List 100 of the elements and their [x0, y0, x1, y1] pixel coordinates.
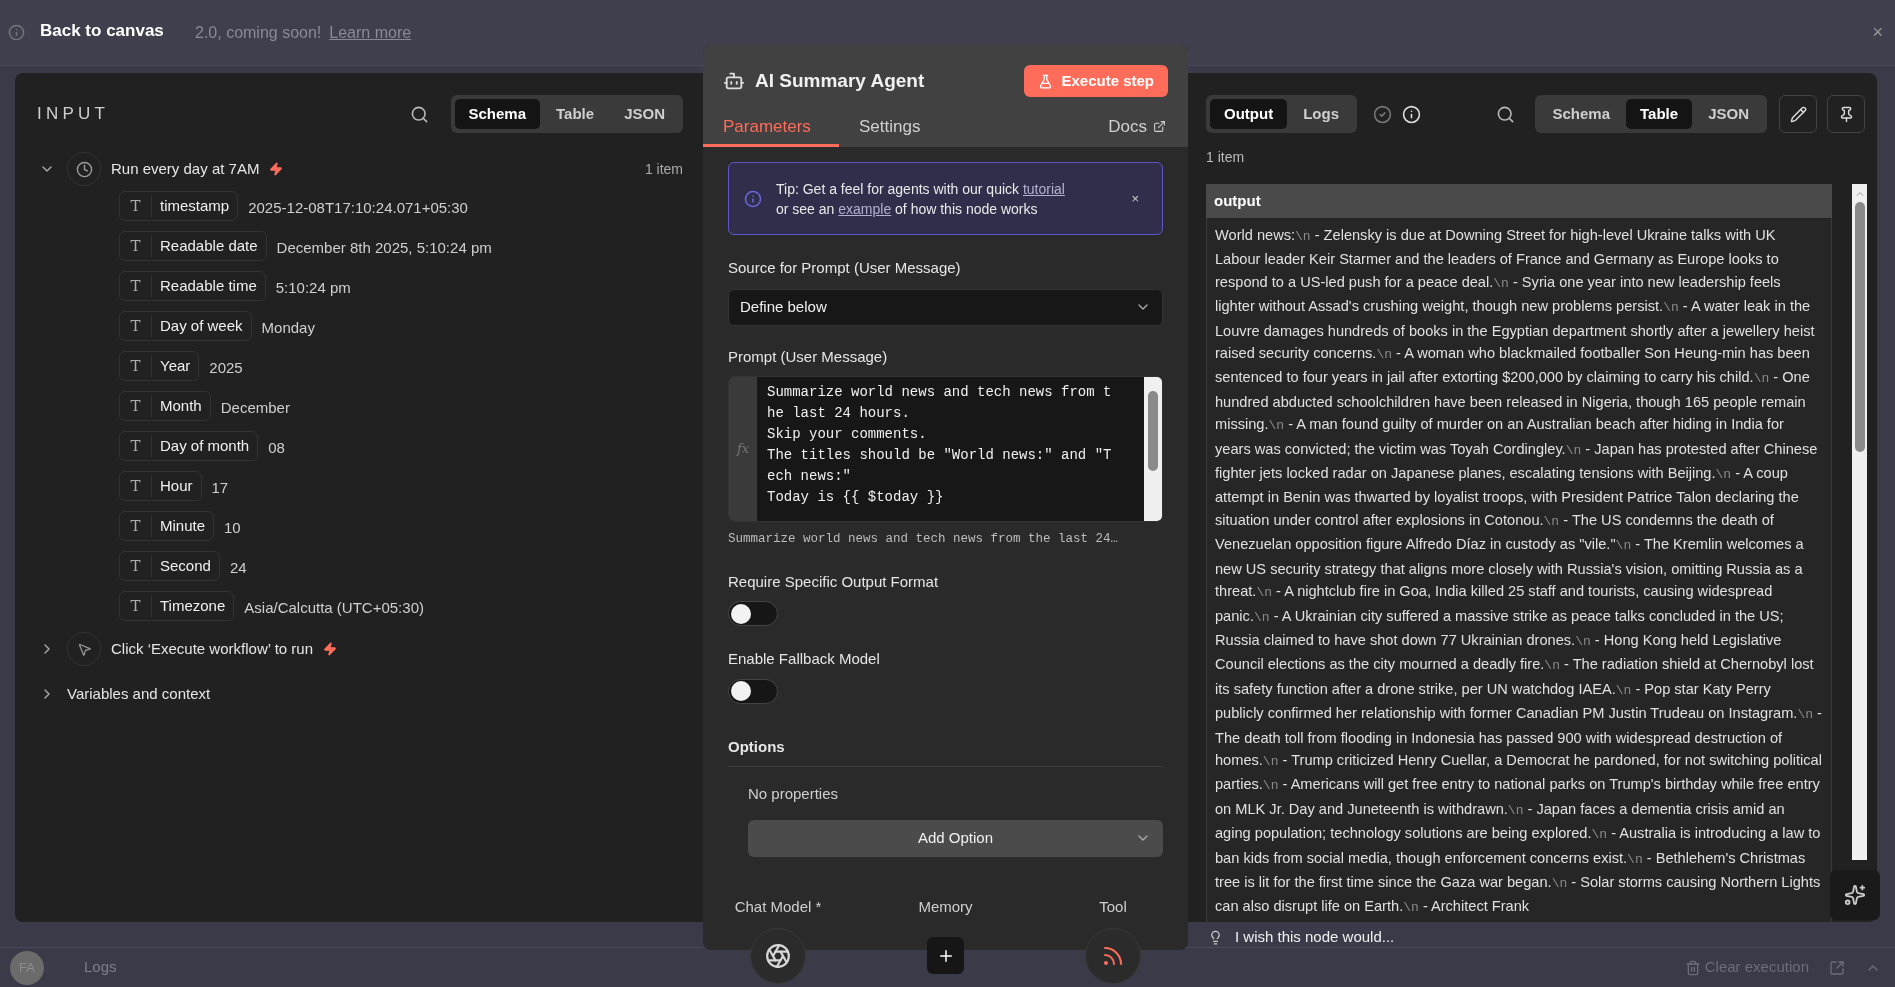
- view-tab[interactable]: Logs: [1289, 99, 1353, 129]
- field-pill[interactable]: T Hour: [119, 471, 202, 501]
- view-tab[interactable]: Table: [1626, 99, 1693, 129]
- add-button[interactable]: [927, 937, 964, 974]
- type-glyph: T: [120, 514, 152, 538]
- toggle-switch[interactable]: [728, 678, 778, 704]
- tutorial-link[interactable]: tutorial: [1022, 180, 1065, 197]
- aperture-icon: [765, 943, 791, 969]
- node-label[interactable]: Run every day at 7AM: [111, 157, 260, 181]
- external-link-icon: [1153, 120, 1166, 133]
- field-name: Month: [159, 395, 203, 416]
- field-name: Timezone: [159, 595, 227, 616]
- node-tab[interactable]: Settings: [839, 109, 941, 147]
- feedback-text: I wish this node would...: [1235, 926, 1395, 947]
- field-label: Source for Prompt (User Message): [728, 258, 962, 278]
- trash-icon: [1684, 959, 1701, 976]
- node-tab[interactable]: Parameters: [703, 109, 839, 147]
- type-glyph: T: [120, 594, 152, 618]
- pin-button[interactable]: [1827, 95, 1865, 133]
- field-value: Monday: [261, 317, 315, 338]
- options-heading: Options: [728, 735, 1163, 768]
- output-cell: World news:\n - Zelensky is due at Downing Street for high-level Ukraine talks with UK Labour leader Keir Starmer and the leaders of France and Germany as Europe looks to respond to a US-led push for a peace deal.\n - Syria one year into new leadership feels lighter without Assad's crushing weight, though new problems persist.\n - A water leak in the Louvre damages hundreds of books in the Egyptian department shortly after a jewellery heist raised security concerns.\n - A woman who blackmailed footballer Son Heung-min has been sentenced to four years in jail after extorting $200,000 by claiming to carry his child.\n - One hundred abducted schoolchildren have been released in Nigeria, though 165 people remain missing.\n - A man found guilty of murder on an Australian beach after hiding in India for years was convicted; the victim was Toyah Cordingley.\n - Japan has protested after Chinese fighter jets locked radar on Japanese planes, escalating tensions with Beijing.\n - A coup attempt in Benin was thwarted by loyalist troops, with President Patrice Talon declaring the situation under control after explosions in Cotonou.\n - The US condemns the death of Venezuelan opposition figure Alfredo Díaz in custody as "vile."\n - The Kremlin welcomes a new US security strategy that aligns more closely with Russia's vision, omitting Russia as a threat.\n - A nightclub fire in Goa, India killed 25 staff and tourists, causing widespread panic.\n - A Ukrainian city suffered a massive strike as peace talks concluded in the US; Russia claimed to have shot down 77 Ukrainian drones.\n - Hong Kong held Legislative Council elections as the city mourned a deadly fire.\n - The radiation shield at Chernobyl lost its safety function after a drone strike, per UN watchdog IAEA.\n - Pop star Katy Perry publicly confirmed her relationship with former Canadian PM Justin Trudeau on Instagram.\n - The death toll from flooding in Indonesia has passed 900 with widespread destruction of homes.\n - Trump criticized Henry Cuellar, a Democrat he pardoned, for not switching political parties.\n - Americans will get free entry to national parks on Trump's birthday while free entry on MLK Jr. Day and Juneteenth is withdrawn.\n - Japan faces a dementia crisis amid an aging population; technology solutions are being explored.\n - Australia is introducing a law to ban kids from social media, though enforcement concerns exist.\n - Bethlehem's Christmas tree is lit for the first time since the Gaza war began.\n - Solar storms causing Northern Lights can also disrupt life on Earth.\n - Architect Frank: [1206, 218, 1832, 922]
- field-value: Asia/Calcutta (UTC+05:30): [244, 597, 424, 618]
- field-label: Prompt (User Message): [728, 346, 889, 367]
- section-label[interactable]: Variables and context: [67, 682, 211, 706]
- field-value: 5:10:24 pm: [275, 277, 351, 298]
- check-icon: [1373, 104, 1392, 124]
- prompt-preview: Summarize world news and tech news from the last 24…: [728, 531, 1120, 548]
- node-label[interactable]: Click ‘Execute workflow’ to run: [111, 637, 313, 661]
- field-value: 17: [211, 477, 229, 498]
- docs-link[interactable]: Docs: [1108, 109, 1188, 147]
- field-pill[interactable]: T Second: [119, 551, 220, 581]
- pencil-icon: [1789, 105, 1807, 123]
- field-name: Minute: [159, 515, 207, 536]
- field-value: 10: [224, 517, 241, 538]
- field-name: Readable time: [159, 275, 258, 296]
- column-header: output: [1206, 184, 1832, 218]
- connector-label: Memory: [918, 896, 973, 917]
- edit-button[interactable]: [1779, 95, 1817, 133]
- info-icon[interactable]: [1402, 104, 1421, 124]
- ai-assistant-button[interactable]: [1830, 870, 1880, 920]
- example-link[interactable]: example: [838, 200, 892, 217]
- field-name: Year: [159, 355, 192, 376]
- source-select[interactable]: Define below: [728, 288, 1163, 326]
- type-glyph: T: [120, 474, 152, 498]
- field-value: 24: [229, 557, 247, 578]
- field-value: 08: [268, 437, 285, 458]
- field-pill[interactable]: T Day of month: [119, 431, 259, 461]
- field-pill[interactable]: T Year: [119, 351, 200, 381]
- field-name: timestamp: [159, 195, 231, 216]
- scroll-thumb[interactable]: [1148, 391, 1158, 471]
- type-glyph: T: [120, 354, 152, 378]
- field-pill[interactable]: T Readable time: [119, 271, 266, 301]
- view-tab[interactable]: Schema: [454, 99, 541, 129]
- view-tab[interactable]: JSON: [1694, 99, 1763, 129]
- close-button[interactable]: ×: [1131, 188, 1147, 209]
- field-label: Enable Fallback Model: [728, 649, 881, 670]
- empty-note: No properties: [748, 784, 840, 805]
- field-pill[interactable]: T Readable date: [119, 231, 267, 261]
- info-icon: [744, 189, 762, 208]
- scrollbar[interactable]: [1144, 377, 1162, 521]
- prompt-line: The titles should be "World news:" and "T: [767, 446, 1113, 465]
- panel-title: INPUT: [37, 103, 110, 126]
- scrollbar[interactable]: [1852, 184, 1867, 860]
- scroll-thumb[interactable]: [1854, 202, 1865, 452]
- field-pill[interactable]: T Day of week: [119, 311, 252, 341]
- field-pill[interactable]: T Timezone: [119, 591, 235, 621]
- field-pill[interactable]: T timestamp: [119, 191, 239, 221]
- flask-icon: [1038, 73, 1054, 89]
- field-name: Day of week: [159, 315, 244, 336]
- field-value: December 8th 2025, 5:10:24 pm: [276, 237, 492, 258]
- view-tab[interactable]: Schema: [1538, 99, 1625, 129]
- model-node[interactable]: [750, 928, 806, 984]
- view-tab[interactable]: JSON: [610, 99, 679, 129]
- prompt-line: he last 24 hours.: [767, 404, 911, 423]
- field-name: Day of month: [159, 435, 251, 456]
- sparkle-icon: [1844, 884, 1866, 906]
- search-icon[interactable]: [1495, 104, 1515, 124]
- prompt-line: Skip your comments.: [767, 425, 928, 444]
- toggle-switch[interactable]: [728, 601, 778, 627]
- field-name: Second: [159, 555, 212, 576]
- prompt-line: Today is {{ $today }}: [767, 488, 945, 507]
- info-icon: [8, 24, 25, 41]
- field-pill[interactable]: T Minute: [119, 511, 215, 541]
- node-title: AI Summary Agent: [755, 68, 925, 93]
- view-tab[interactable]: Table: [542, 99, 609, 129]
- field-pill[interactable]: T Month: [119, 391, 211, 421]
- field-value: 2025: [209, 357, 243, 378]
- search-icon[interactable]: [409, 104, 429, 124]
- add-option-button[interactable]: Add Option: [748, 819, 1163, 857]
- lightning-icon: [269, 162, 284, 176]
- back-to-canvas-button[interactable]: Back to canvas: [40, 18, 164, 44]
- tool-node[interactable]: [1085, 928, 1141, 984]
- connector-label: Tool: [1099, 896, 1127, 917]
- type-glyph: T: [120, 314, 152, 338]
- clock-icon: [67, 152, 101, 186]
- tip-text: Tip: Get a feel for agents with our quick tutorial or see an example of how this node works: [776, 179, 1066, 219]
- close-button[interactable]: ×: [1872, 19, 1887, 46]
- prompt-editor[interactable]: fx Summarize world news and tech news from t he last 24 hours. Skip your comments. The titles should be "World news:" and "T ech news:" Today is {{ $today }}: [728, 376, 1163, 522]
- view-tab[interactable]: Output: [1210, 99, 1288, 129]
